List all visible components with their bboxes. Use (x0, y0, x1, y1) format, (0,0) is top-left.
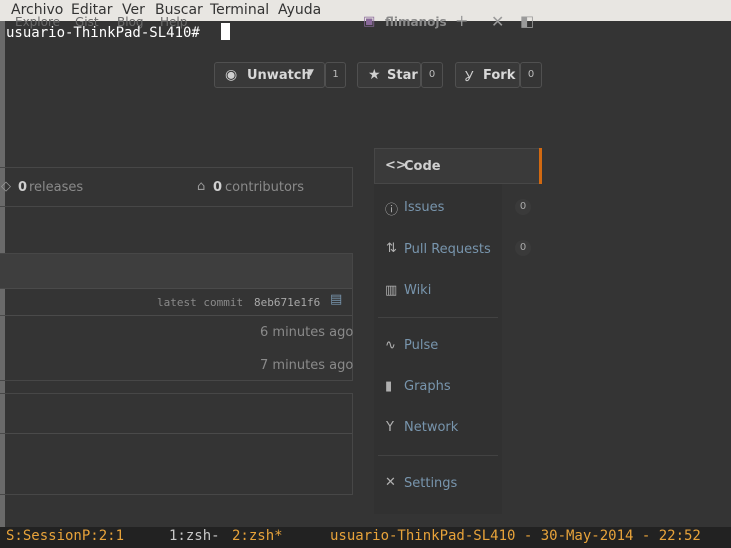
tools-icon: ✕ (491, 12, 505, 31)
star-count[interactable]: 0 (421, 62, 443, 88)
readme-box (0, 393, 353, 495)
fork-label: Fork (483, 68, 516, 83)
sidebar-item-network[interactable]: Network (404, 420, 458, 435)
tmux-status-bar: S:SessionP:2:1 1:zsh- 2:zsh* usuario-Thi… (0, 527, 731, 548)
pulls-count: 0 (515, 240, 531, 256)
signout-icon: ◧ (520, 12, 535, 30)
unwatch-label: Unwatch (247, 68, 311, 83)
contributors-label[interactable]: contributors (225, 180, 304, 195)
sidebar-item-graphs[interactable]: Graphs (404, 379, 451, 394)
issues-icon: ⓘ (385, 203, 399, 218)
sidebar-divider (378, 317, 498, 318)
sidebar-item-wiki[interactable]: Wiki (404, 283, 431, 298)
divider (0, 433, 352, 434)
eye-icon: ◉ (225, 67, 238, 83)
sidebar-item-issues[interactable]: Issues (404, 200, 444, 215)
active-tab-indicator (539, 148, 542, 184)
status-host-date-time: usuario-ThinkPad-SL410 - 30-May-2014 - 2… (330, 528, 701, 544)
terminal-cursor (221, 23, 230, 40)
file-time-1: 6 minutes ago (260, 325, 354, 340)
settings-icon: ✕ (385, 475, 396, 490)
pulse-icon: ∿ (385, 338, 396, 353)
star-label: Star (387, 68, 418, 83)
clipboard-icon[interactable]: ▤ (330, 292, 342, 307)
latest-commit-hash[interactable]: 8eb671e1f6 (254, 296, 320, 309)
contributors-count: 0 (213, 180, 223, 195)
releases-count: 0 (18, 180, 28, 195)
watch-count[interactable]: 1 (325, 62, 346, 88)
releases-label[interactable]: releases (29, 180, 83, 195)
ghost-username: flimanojs (385, 15, 447, 29)
avatar: ▣ (363, 14, 376, 29)
fork-count[interactable]: 0 (520, 62, 542, 88)
divider (0, 315, 352, 316)
unwatch-button[interactable]: ◉ Unwatch ▼ (214, 62, 325, 88)
tag-icon: ◇ (1, 179, 11, 194)
wiki-icon: ▥ (385, 283, 398, 298)
status-window-2[interactable]: 2:zsh* (232, 528, 283, 544)
plus-icon: + (455, 11, 469, 30)
file-time-2: 7 minutes ago (260, 358, 354, 373)
star-icon: ★ (368, 67, 381, 83)
commit-bar (0, 254, 352, 288)
menu-terminal[interactable]: Terminal (210, 2, 269, 18)
chevron-down-icon: ▼ (307, 68, 314, 78)
terminal-prompt: usuario-ThinkPad-SL410# (6, 25, 200, 41)
menu-ayuda[interactable]: Ayuda (278, 2, 321, 18)
status-window-1[interactable]: 1:zsh- (169, 528, 220, 544)
pull-request-icon: ⇅ (386, 241, 397, 256)
sidebar-item-pulse[interactable]: Pulse (404, 338, 438, 353)
divider (0, 288, 352, 289)
fork-icon: Ỿ (465, 69, 474, 85)
sidebar-divider (378, 455, 498, 456)
sidebar-item-pull-requests[interactable]: Pull Requests (404, 242, 491, 257)
contributors-icon: ⌂ (197, 179, 206, 194)
code-label: Code (404, 159, 441, 174)
fork-button[interactable]: Ỿ Fork (455, 62, 520, 88)
issues-count: 0 (515, 199, 531, 215)
sidebar-item-code[interactable]: <> Code (374, 148, 542, 184)
graphs-icon: ▮ (385, 379, 393, 394)
sidebar-item-settings[interactable]: Settings (404, 476, 457, 491)
latest-commit-label: latest commit (157, 296, 244, 309)
status-session: S:SessionP:2:1 (6, 528, 125, 544)
star-button[interactable]: ★ Star (357, 62, 421, 88)
network-icon: Y (386, 420, 394, 435)
